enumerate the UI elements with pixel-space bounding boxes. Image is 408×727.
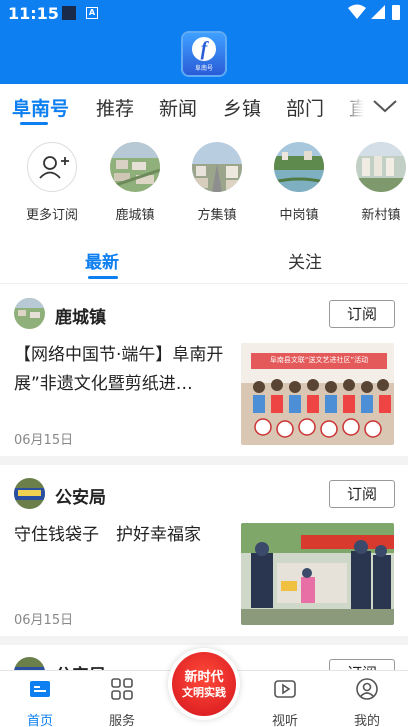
subscribe-button[interactable]: 订阅 [329,300,395,328]
feed-tabs: 最新 关注 [0,240,408,284]
grid-icon [111,678,133,700]
more-subscriptions[interactable]: 更多订阅 [17,142,87,223]
tab-funanhao[interactable]: 阜南号 [12,94,69,121]
news-card[interactable]: 公安局 订阅 守住钱袋子 护好幸福家 06月15日 [0,465,408,635]
tab-news[interactable]: 新闻 [159,94,197,121]
subscription-label: 中岗镇 [279,208,319,223]
subscription-fangji[interactable]: 方集镇 [182,142,252,223]
center-button-line2: 文明实践 [182,686,226,699]
civilization-practice-button[interactable]: 新时代 文明实践 [172,652,236,716]
wifi-icon [348,4,366,19]
chevron-down-icon[interactable] [372,96,398,116]
nav-label: 视听 [271,714,298,727]
feed-tab-indicator [88,276,118,279]
news-title[interactable]: 【网络中国节·端午】阜南开展”非遗文化暨剪纸进… [14,341,228,399]
status-bar: 11:15 A [0,0,408,28]
nav-services[interactable]: 服务 [92,677,152,727]
town-avatar [274,142,324,192]
app-header: 11:15 A f 阜南号 [0,0,408,84]
subscription-row: 更多订阅 鹿城镇 方集镇 中岗镇 新村镇 [0,138,408,228]
video-play-icon [274,680,296,698]
source-name[interactable]: 鹿城镇 [55,303,106,328]
tab-follow[interactable]: 关注 [288,248,322,273]
nav-label: 服务 [108,714,135,727]
app-logo: f 阜南号 [183,33,225,75]
home-icon [30,681,50,697]
nav-label: 首页 [26,714,53,727]
tab-departments[interactable]: 部门 [286,94,324,121]
battery-icon [392,5,400,20]
nav-video[interactable]: 视听 [255,677,315,727]
subscription-label: 更多订阅 [25,208,78,223]
town-avatar [356,142,406,192]
news-card[interactable]: 鹿城镇 订阅 【网络中国节·端午】阜南开展”非遗文化暨剪纸进… 06月15日 阜… [0,285,408,455]
news-title[interactable]: 守住钱袋子 护好幸福家 [14,521,228,550]
subscription-label: 方集镇 [197,208,237,223]
news-date: 06月15日 [14,613,74,628]
thumbnail-banner-text: 阜南县文联“送文艺进社区”活动 [269,356,369,364]
nav-home[interactable]: 首页 [10,677,70,727]
subscription-label: 新村镇 [361,208,401,223]
news-thumbnail[interactable]: 阜南县文联“送文艺进社区”活动 [241,343,394,445]
nav-mine[interactable]: 我的 [337,677,397,727]
logo-letter: f [192,37,216,61]
source-name[interactable]: 公安局 [55,483,106,508]
subscribe-button[interactable]: 订阅 [329,480,395,508]
card-separator [0,456,408,465]
center-button-line1: 新时代 [184,670,224,685]
add-user-icon [27,142,77,192]
tab-recommend[interactable]: 推荐 [96,94,134,121]
news-date: 06月15日 [14,433,74,448]
subscription-zhonggang[interactable]: 中岗镇 [264,142,334,223]
subscription-label: 鹿城镇 [115,208,155,223]
subscription-lucheng[interactable]: 鹿城镇 [100,142,170,223]
source-avatar [14,298,45,329]
status-time: 11:15 [8,4,59,23]
nav-label: 我的 [353,714,380,727]
channel-tabs: 阜南号 推荐 新闻 乡镇 部门 直 [0,84,408,130]
tab-towns[interactable]: 乡镇 [223,94,261,121]
card-separator [0,636,408,645]
news-thumbnail[interactable] [241,523,394,625]
tab-latest[interactable]: 最新 [85,248,119,273]
subscription-xincun[interactable]: 新村镇 [346,142,408,223]
signal-icon [371,5,385,19]
town-avatar [192,142,242,192]
source-avatar [14,478,45,509]
app-notification-icon: A [86,7,98,19]
user-icon [356,678,378,700]
notification-icon [62,6,76,20]
active-tab-indicator [20,122,48,125]
town-avatar [110,142,160,192]
logo-caption: 阜南号 [194,65,213,72]
